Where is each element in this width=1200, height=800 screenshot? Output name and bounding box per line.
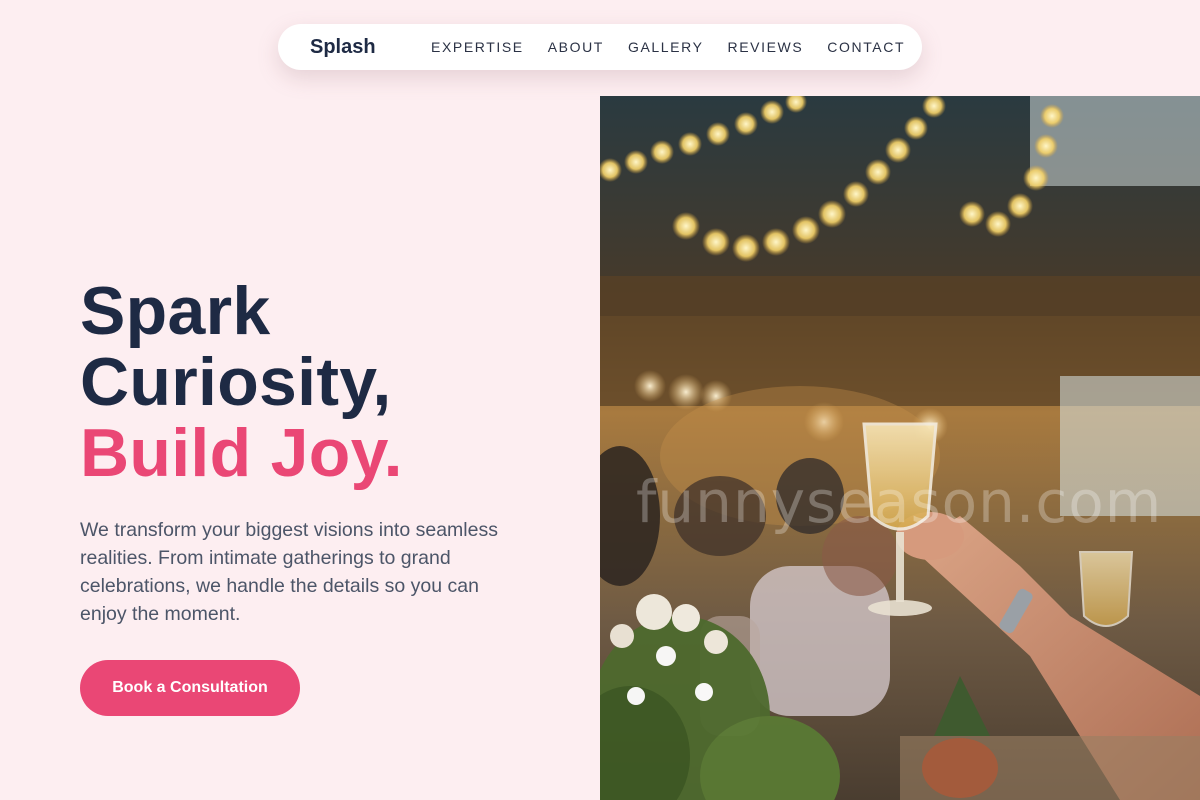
nav-link-about[interactable]: ABOUT [548,38,604,56]
nav-link-expertise[interactable]: EXPERTISE [431,38,524,56]
hero-title-line-1: Spark [80,273,271,349]
brand-logo[interactable]: Splash [310,36,376,58]
navbar: Splash EXPERTISE ABOUT GALLERY REVIEWS C… [278,24,922,70]
celebration-toast-photo [600,96,1200,800]
book-consultation-button[interactable]: Book a Consultation [80,660,300,716]
nav-link-gallery[interactable]: GALLERY [628,38,704,56]
hero-title-accent: Build Joy. [80,415,403,491]
nav-link-reviews[interactable]: REVIEWS [728,38,804,56]
hero-title: Spark Curiosity, Build Joy. [80,276,403,489]
hero-description: We transform your biggest visions into s… [80,519,498,625]
hero-title-line-2: Curiosity, [80,344,392,420]
nav-links: EXPERTISE ABOUT GALLERY REVIEWS CONTACT [431,38,905,56]
nav-link-contact[interactable]: CONTACT [827,38,905,56]
